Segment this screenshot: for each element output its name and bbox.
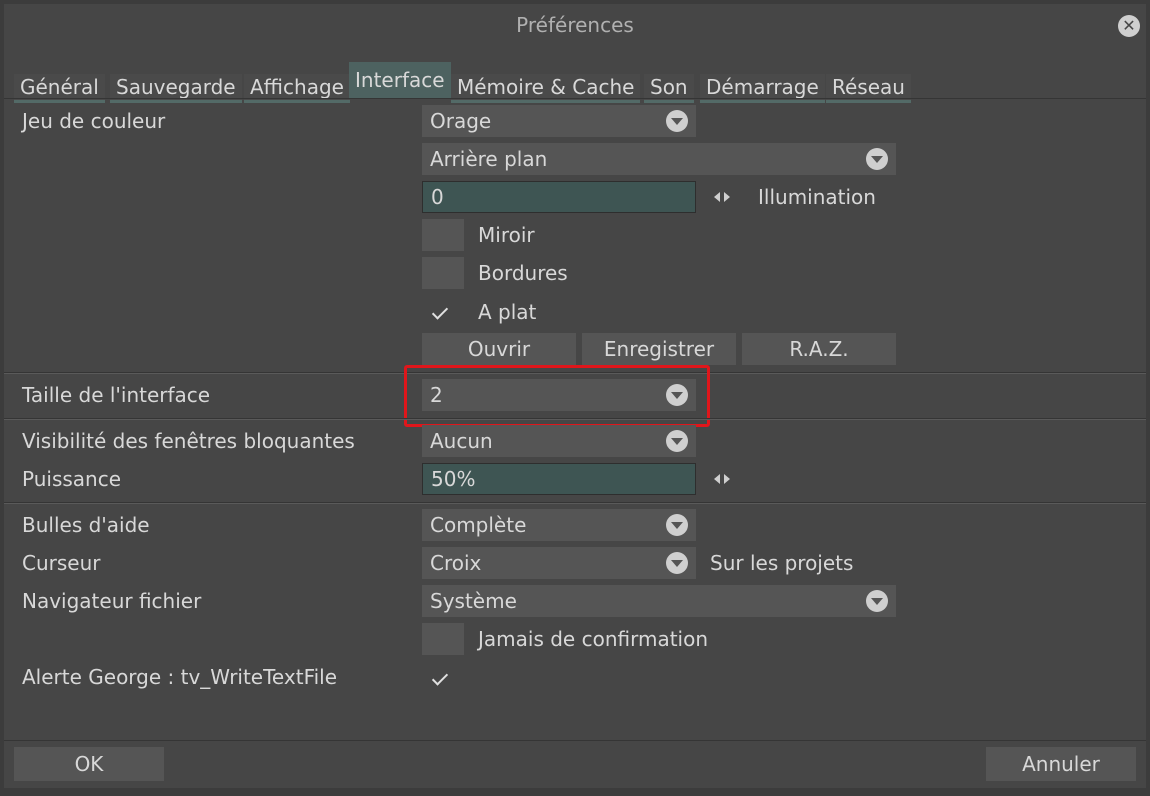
tab-divider (4, 98, 1146, 99)
color-scheme-dropdown[interactable]: Orage (422, 105, 696, 137)
flat-checkbox-check-icon[interactable] (432, 306, 454, 320)
open-button[interactable]: Ouvrir (422, 333, 576, 365)
file-browser-label: Navigateur fichier (22, 589, 202, 613)
color-scheme-label: Jeu de couleur (22, 109, 166, 133)
chevron-down-icon (666, 430, 688, 452)
ok-button[interactable]: OK (14, 747, 164, 781)
chevron-down-icon (666, 514, 688, 536)
george-alert-label: Alerte George : tv_WriteTextFile (22, 665, 338, 689)
section-divider-light (4, 419, 1146, 420)
title-bar: Préférences ✕ (4, 4, 1146, 50)
interface-size-label: Taille de l'interface (22, 383, 211, 407)
file-browser-dropdown[interactable]: Système (422, 585, 896, 617)
power-stepper-icon[interactable] (712, 473, 734, 485)
tooltips-dropdown[interactable]: Complète (422, 509, 696, 541)
mirror-checkbox[interactable] (422, 219, 464, 251)
cursor-dropdown[interactable]: Croix (422, 547, 696, 579)
tab-interface[interactable]: Interface (349, 62, 451, 98)
cursor-label: Curseur (22, 551, 101, 575)
footer-divider (4, 740, 1146, 741)
save-button[interactable]: Enregistrer (582, 333, 736, 365)
power-input[interactable]: 50% (422, 463, 696, 495)
section-divider-light (4, 503, 1146, 504)
chevron-down-icon (666, 552, 688, 574)
chevron-down-icon (666, 110, 688, 132)
never-confirm-label: Jamais de confirmation (478, 627, 709, 651)
illumination-stepper-icon[interactable] (712, 191, 734, 203)
borders-label: Bordures (478, 261, 568, 285)
illumination-input[interactable]: 0 (422, 181, 696, 213)
borders-checkbox[interactable] (422, 257, 464, 289)
reset-button[interactable]: R.A.Z. (742, 333, 896, 365)
chevron-down-icon (866, 590, 888, 612)
blocking-windows-label: Visibilité des fenêtres bloquantes (22, 429, 355, 453)
illumination-label: Illumination (758, 185, 876, 209)
close-icon[interactable]: ✕ (1118, 15, 1140, 37)
george-alert-check-icon[interactable] (432, 672, 454, 686)
dialog-title: Préférences (516, 13, 634, 37)
cursor-scope-label: Sur les projets (710, 551, 854, 575)
mirror-label: Miroir (478, 223, 535, 247)
tooltips-label: Bulles d'aide (22, 513, 150, 537)
blocking-windows-dropdown[interactable]: Aucun (422, 425, 696, 457)
preferences-dialog: Préférences ✕ Général Sauvegarde Afficha… (4, 4, 1146, 788)
never-confirm-checkbox[interactable] (422, 623, 464, 655)
flat-label: A plat (478, 300, 537, 324)
power-label: Puissance (22, 467, 122, 491)
cancel-button[interactable]: Annuler (986, 747, 1136, 781)
chevron-down-icon (866, 148, 888, 170)
color-layer-dropdown[interactable]: Arrière plan (422, 143, 896, 175)
